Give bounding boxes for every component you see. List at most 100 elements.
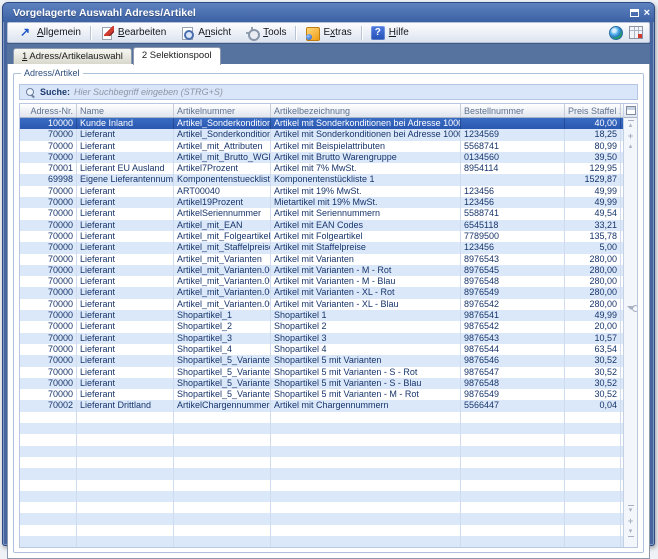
table-row[interactable] xyxy=(20,536,623,547)
table-cell: Artikel_mit_Varianten xyxy=(174,254,271,265)
column-header-preis-staffel-1[interactable]: Preis Staffel 1 xyxy=(565,104,621,117)
table-row[interactable]: 70000LieferantArtikel19ProzentMietartike… xyxy=(20,197,623,208)
table-row[interactable]: 70000LieferantArtikel_mit_AttributenArti… xyxy=(20,141,623,152)
table-row[interactable] xyxy=(20,468,623,479)
table-cell: 70000 xyxy=(20,333,77,344)
tab-2-selektionspool[interactable]: 2 Selektionspool xyxy=(133,47,221,65)
table-cell: 5,00 xyxy=(565,242,621,253)
table-row[interactable] xyxy=(20,412,623,423)
table-cell: 280,00 xyxy=(565,276,621,287)
column-header-artikelnummer[interactable]: Artikelnummer xyxy=(174,104,271,117)
table-cell: Artikel mit Beispielattributen xyxy=(271,141,461,152)
calculator-icon[interactable] xyxy=(629,26,643,39)
scroll-up-plus-icon[interactable]: + xyxy=(625,132,637,140)
table-row[interactable]: 70000LieferantShopartikel_4Shopartikel 4… xyxy=(20,344,623,355)
table-row[interactable]: 70000LieferantShopartikel_5_VariantenSho… xyxy=(20,355,623,366)
table-row[interactable]: 69998Eigene Lieferantennummer-FirmaKompo… xyxy=(20,174,623,185)
table-cell xyxy=(271,480,461,491)
menu-bearbeiten[interactable]: Bearbeiten xyxy=(93,23,173,42)
search-input[interactable] xyxy=(74,86,632,98)
table-cell xyxy=(174,502,271,513)
table-cell xyxy=(20,457,77,468)
table-cell: 70000 xyxy=(20,310,77,321)
table-row[interactable] xyxy=(20,446,623,457)
table-row[interactable]: 70000LieferantShopartikel_5_Varianten.3S… xyxy=(20,389,623,400)
table-cell: 280,00 xyxy=(565,265,621,276)
table-cell: 49,99 xyxy=(565,310,621,321)
table-row[interactable]: 70000LieferantArtikel_SonderkonditionenA… xyxy=(20,129,623,140)
scroll-first-icon[interactable]: ▴ xyxy=(625,120,637,129)
table-row[interactable]: 70001Lieferant EU AuslandArtikel7Prozent… xyxy=(20,163,623,174)
table-row[interactable]: 70000LieferantArtikel_mit_Brutto_WGRArti… xyxy=(20,152,623,163)
table-row[interactable] xyxy=(20,423,623,434)
table-row[interactable] xyxy=(20,434,623,445)
globe-icon[interactable] xyxy=(609,26,623,40)
table-cell: 69998 xyxy=(20,174,77,185)
restore-icon[interactable] xyxy=(630,9,639,17)
table-row[interactable]: 70000LieferantArtikel_mit_Varianten.004A… xyxy=(20,276,623,287)
table-row[interactable]: 70000LieferantArtikel_mit_Varianten.003A… xyxy=(20,265,623,276)
scroll-last-icon[interactable]: ▾ xyxy=(625,528,637,537)
table-row[interactable] xyxy=(20,513,623,524)
scroll-up-icon[interactable]: ▴ xyxy=(625,143,637,150)
table-row[interactable]: 70000LieferantArtikel_mit_EANArtikel mit… xyxy=(20,220,623,231)
table-cell: 70000 xyxy=(20,129,77,140)
table-cell: 80,99 xyxy=(565,141,621,152)
menu-hilfe[interactable]: Hilfe xyxy=(364,23,416,42)
table-row[interactable]: 70000LieferantArtikel_mit_Varianten.006A… xyxy=(20,299,623,310)
table-cell: 0,04 xyxy=(565,400,621,411)
title-bar[interactable]: Vorgelagerte Auswahl Adress/Artikel × xyxy=(3,3,654,22)
tab-1-adress-artikelauswahl[interactable]: 1 Adress/Artikelauswahl xyxy=(13,48,132,64)
table-row[interactable]: 70000LieferantShopartikel_3Shopartikel 3… xyxy=(20,333,623,344)
table-cell xyxy=(20,491,77,502)
table-row[interactable]: 70000LieferantShopartikel_1Shopartikel 1… xyxy=(20,310,623,321)
table-cell: Komponentenstückliste 1 xyxy=(271,174,461,185)
table-row[interactable]: 70000LieferantShopartikel_2Shopartikel 2… xyxy=(20,321,623,332)
table-row[interactable]: 70000LieferantArtikel_mit_VariantenArtik… xyxy=(20,254,623,265)
scroll-down-icon[interactable]: ▾ xyxy=(625,505,637,514)
column-chooser-icon[interactable] xyxy=(626,106,636,115)
table-cell xyxy=(174,468,271,479)
table-row[interactable]: 70000LieferantArtikel_mit_Varianten.005A… xyxy=(20,287,623,298)
table-row[interactable]: 10000Kunde InlandArtikel_Sonderkondition… xyxy=(20,118,623,129)
table-cell: 8976548 xyxy=(461,276,565,287)
table-cell xyxy=(271,502,461,513)
menu-allgemein[interactable]: Allgemein xyxy=(12,23,88,42)
column-header-name[interactable]: Name xyxy=(77,104,174,117)
table-row[interactable]: 70000LieferantART00040Artikel mit 19% Mw… xyxy=(20,186,623,197)
table-row[interactable] xyxy=(20,491,623,502)
table-cell xyxy=(20,502,77,513)
table-row[interactable]: 70000LieferantArtikelSeriennummerArtikel… xyxy=(20,208,623,219)
table-cell: Artikel mit Staffelpreise xyxy=(271,242,461,253)
search-bar[interactable]: Suche: xyxy=(19,84,638,100)
strip-header[interactable] xyxy=(624,104,637,118)
table-cell: Shopartikel 5 mit Varianten - S - Blau xyxy=(271,378,461,389)
table-row[interactable]: 70000LieferantShopartikel_5_Varianten.1S… xyxy=(20,367,623,378)
close-icon[interactable]: × xyxy=(644,8,650,18)
table-row[interactable] xyxy=(20,457,623,468)
table-cell: 280,00 xyxy=(565,299,621,310)
table-row[interactable] xyxy=(20,502,623,513)
menu-extras[interactable]: Extras xyxy=(298,23,358,42)
column-header-artikelbezeichnung[interactable]: Artikelbezeichnung xyxy=(271,104,461,117)
column-header-adress-nr-[interactable]: Adress-Nr. xyxy=(20,104,77,117)
table-row[interactable]: 70000LieferantShopartikel_5_Varianten.2S… xyxy=(20,378,623,389)
table-cell: Artikel mit Varianten - XL - Rot xyxy=(271,287,461,298)
table-cell: 30,52 xyxy=(565,389,621,400)
table-cell: 40,00 xyxy=(565,118,621,129)
table-cell: 9876542 xyxy=(461,321,565,332)
table-row[interactable] xyxy=(20,525,623,536)
menu-ansicht[interactable]: Ansicht xyxy=(173,23,238,42)
scroll-down-plus-icon[interactable]: + xyxy=(625,517,637,525)
column-header-bestellnummer[interactable]: Bestellnummer xyxy=(461,104,565,117)
table-row[interactable] xyxy=(20,480,623,491)
table-row[interactable]: 70000LieferantArtikel_mit_FolgeartikelAr… xyxy=(20,231,623,242)
table-cell xyxy=(565,536,621,547)
table-cell: 9876549 xyxy=(461,389,565,400)
strip-body: ▴ + ▴ ▾ + ▾ xyxy=(624,118,637,547)
table-row[interactable]: 70002Lieferant DrittlandArtikelChargennu… xyxy=(20,400,623,411)
table-cell: 9876546 xyxy=(461,355,565,366)
table-row[interactable]: 70000LieferantArtikel_mit_StaffelpreiseA… xyxy=(20,242,623,253)
table-cell: Shopartikel_1 xyxy=(174,310,271,321)
menu-tools[interactable]: Tools xyxy=(238,23,293,42)
